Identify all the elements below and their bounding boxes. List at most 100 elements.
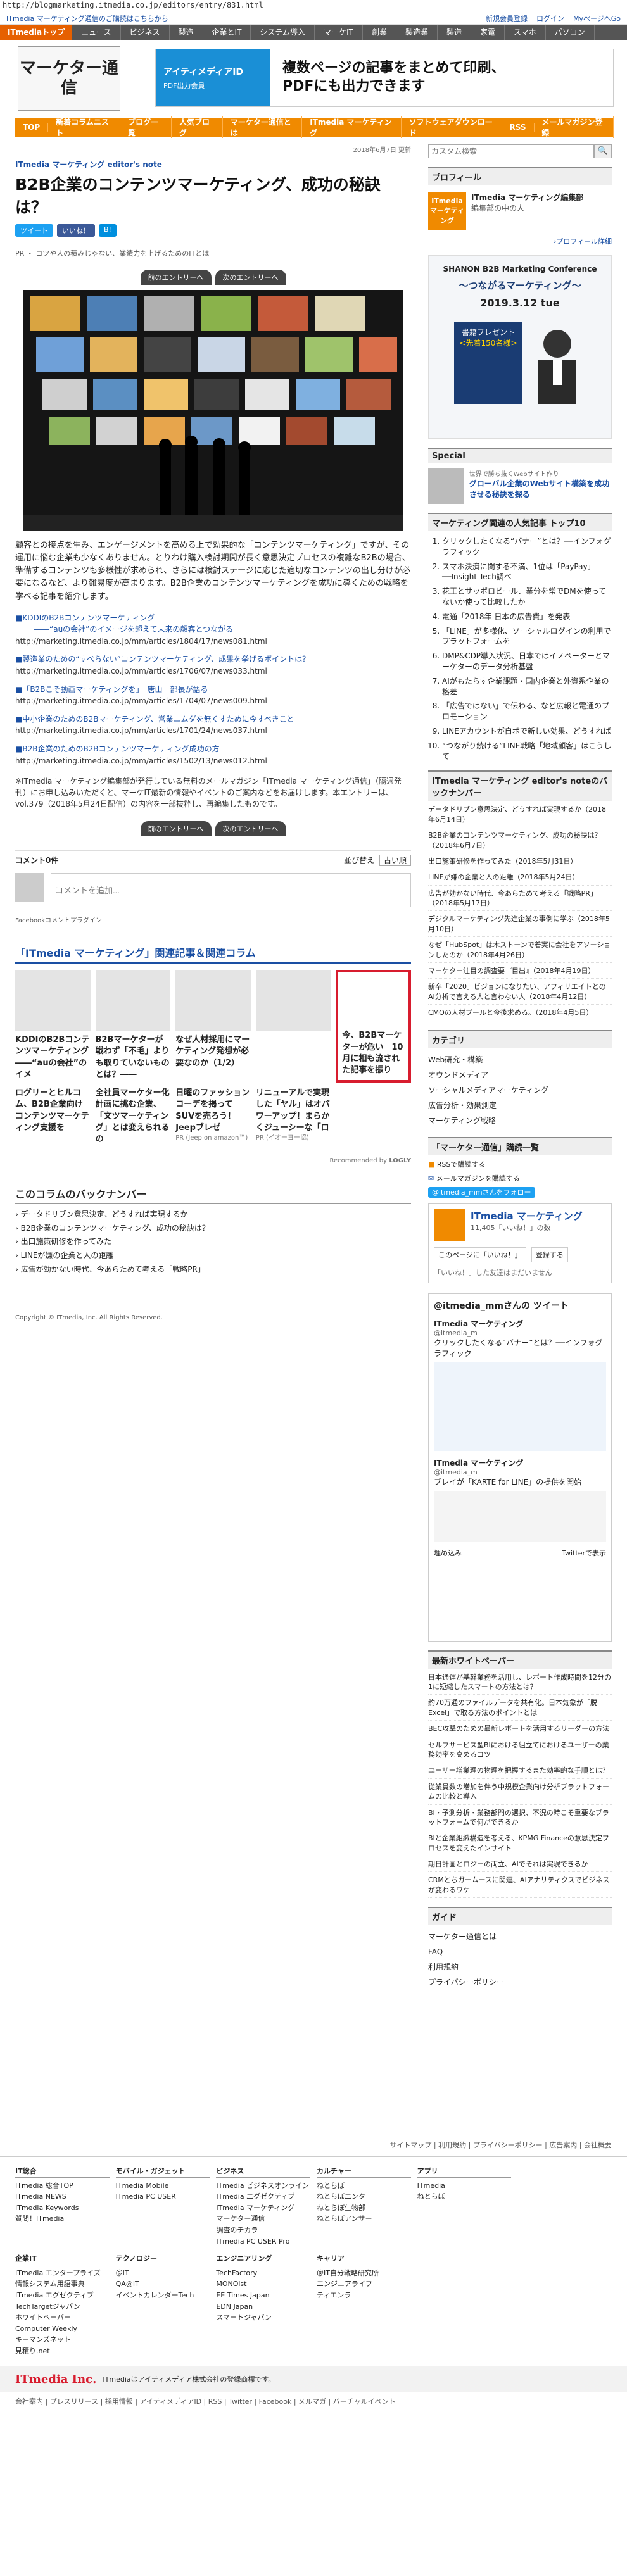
next-entry-button[interactable]: 次のエントリーへ [215,270,286,285]
ranking-item[interactable]: “つながり続ける”LINE戦略「地域顧客」はこうして [442,741,612,762]
related-item[interactable]: ログリーとヒルコム、B2B企業向けコンテンツマーケティング支援を [15,1088,91,1157]
mypage-link[interactable]: MyページへGo [573,13,621,23]
reference-url[interactable]: http://marketing.itmedia.co.jp/mm/articl… [15,636,411,648]
netnav-item[interactable]: マーケIT [315,25,363,40]
reference-url[interactable]: http://marketing.itmedia.co.jp/mm/articl… [15,755,411,767]
guide-item[interactable]: マーケター通信とは [428,1929,612,1944]
reference-title[interactable]: ■中小企業のためのB2Bマーケティング、営業ニムダを無くすために今すべきこと [15,713,411,726]
sitenav-item[interactable]: TOP [15,123,49,132]
guide-item[interactable]: プライバシーポリシー [428,1975,612,1990]
whitepaper-item[interactable]: 日本通運が基幹業務を活用し、レポート作成時間を12分の1に短縮したスマートの方法… [428,1673,612,1695]
search-icon[interactable]: 🔍 [594,144,612,158]
facebook-register-button[interactable]: 登録する [531,1247,568,1262]
whitepaper-item[interactable]: 従業員数の増加を伴う中規模企業向け分析プラットフォームの比較と導入 [428,1782,612,1805]
category-item[interactable]: オウンドメディア [428,1067,612,1083]
netnav-item[interactable]: 製造 [170,25,203,40]
footer-link[interactable]: ＠IT自分戦略研究所 [317,2268,411,2279]
footer-link[interactable]: ホワイトペーパー [15,2312,110,2323]
netnav-item[interactable]: スマホ [505,25,546,40]
prev-entry-button[interactable]: 前のエントリーへ [140,270,212,285]
sitenav-item[interactable]: マーケター通信とは [223,116,303,138]
ranking-item[interactable]: 電通「2018年 日本の広告費」を発表 [442,612,612,622]
footer-link[interactable]: ITmedia Keywords [15,2202,110,2214]
footer-link[interactable]: ねとらぼ [317,2180,411,2192]
comment-input[interactable] [51,873,411,908]
netnav-item[interactable]: 企業とIT [203,25,251,40]
related-item[interactable] [255,970,331,1078]
footer-link[interactable]: 調査のチカラ [216,2225,310,2236]
netnav-item[interactable]: 家電 [471,25,505,40]
reference-url[interactable]: http://marketing.itmedia.co.jp/mm/articl… [15,725,411,737]
whitepaper-item[interactable]: BI・予測分析・業務部門の選択、不況の時こそ重要なプラットフォームで何ができるか [428,1808,612,1831]
mail-link[interactable]: ✉ メールマガジンを購読する [428,1173,612,1183]
ranking-item[interactable]: 花王とサッポロビール、業分を常でDMを使ってないか使って比較したか [442,586,612,608]
next-entry-button[interactable]: 次のエントリーへ [215,821,286,837]
footer-link[interactable]: TechTargetジャパン [15,2301,110,2313]
footer-link[interactable]: ITmedia PC USER [116,2191,210,2202]
footer-link[interactable]: エンジニアライフ [317,2278,411,2290]
sitenav-item[interactable]: ITmedia マーケティング [302,116,402,138]
ranking-item[interactable]: クリックしたくなる“バナー”とは？──インフォグラフィック [442,536,612,558]
reference-subtitle[interactable]: ――“auの会社”のイメージを超えて未来の顧客とつながる [15,624,411,636]
reference-url[interactable]: http://marketing.itmedia.co.jp/mm/articl… [15,665,411,677]
footer-link[interactable]: TechFactory [216,2268,310,2279]
footer-link[interactable]: QA@IT [116,2278,210,2290]
ranking-item[interactable]: AIがもたらす企業課題・国内企業と外資系企業の格差 [442,676,612,698]
netnav-item[interactable]: 製造 [438,25,471,40]
netnav-item[interactable]: 製造業 [396,25,438,40]
recommended-by[interactable]: Recommended by LOGLY [15,1157,411,1164]
twitter-follow-button[interactable]: @itmedia_mmさんをフォロー [428,1186,612,1198]
netnav-item[interactable]: パソコン [546,25,595,40]
related-item[interactable]: リニューアルで実現した「ヤル」はオバワーアップ！まらかくジューシーな「ロ PR … [256,1088,331,1157]
footer-link[interactable]: MONOist [216,2278,310,2290]
tweet[interactable]: ITmedia マーケティング @itmedia_m クリックしたくなる“バナー… [434,1318,606,1451]
note-backnumber-item[interactable]: CMOの人材プールと今後求める。（2018年4月5日） [428,1008,612,1021]
footer-link[interactable]: ねとらぼアンサー [317,2213,411,2225]
sitenav-item[interactable]: ブログ一覧 [120,116,172,138]
footer-link[interactable]: ティエンラ [317,2290,411,2301]
facebook-plugin-label[interactable]: Facebookコメントプラグイン [15,915,411,924]
footer-link[interactable]: ITmedia Mobile [116,2180,210,2192]
footer-link[interactable]: ねとらぼエンタ [317,2191,411,2202]
prev-entry-button[interactable]: 前のエントリーへ [140,821,212,837]
related-item[interactable]: 日曜のファッションコーデを掲ってSUVを売ろう！Jeepブレゼ PR (Jeep… [175,1088,251,1157]
netnav-item[interactable]: ビジネス [121,25,170,40]
note-backnumber-item[interactable]: 出口施策研修を作ってみた（2018年5月31日） [428,857,612,870]
announce-link[interactable]: ITmedia マーケティング通信のご購読はこちらから [6,13,168,23]
profile-name[interactable]: ITmedia マーケティング編集部 [471,192,583,203]
reference-title[interactable]: ■KDDIのB2Bコンテンツマーケティング [15,612,411,624]
conference-banner[interactable]: SHANON B2B Marketing Conference ～つながるマーケ… [428,255,612,439]
note-backnumber-item[interactable]: 新卒「2020」ビジョンになりたい、アフィリエイトとのAI分析で言える人と言わな… [428,982,612,1005]
reference-url[interactable]: http://marketing.itmedia.co.jp/mm/articl… [15,695,411,707]
login-link[interactable]: ログイン [536,13,564,23]
sitenav-item[interactable]: RSS [502,123,535,132]
footer-link[interactable]: ねとらぼ生物部 [317,2202,411,2214]
note-backnumber-item[interactable]: LINEが嫌の企業と人の距離（2018年5月24日） [428,872,612,886]
whitepaper-item[interactable]: ユーザー増業理の物理を把握するまた効率的な手順とは？ [428,1766,612,1779]
footer-link[interactable]: ITmedia エグゼクティブ [216,2191,310,2202]
footer-link[interactable]: キーマンズネット [15,2334,110,2346]
netnav-item[interactable]: ニュース [72,25,121,40]
special-item[interactable]: 世界で勝ち抜くWebサイト作り グローバル企業のWebサイト構築を成功させる秘訣… [428,468,612,504]
netnav-item[interactable]: 創業 [363,25,396,40]
note-backnumber-item[interactable]: なぜ「HubSpot」は木ストーンで着実に会社をアソーションしたのか（2018年… [428,940,612,964]
related-item[interactable]: KDDIのB2Bコンテンツマーケティング――“auの会社”のイメ [15,970,91,1079]
register-link[interactable]: 新規会員登録 [486,13,528,23]
category-item[interactable]: マーケティング戦略 [428,1113,612,1128]
footer-link[interactable]: ITmedia マーケティング [216,2202,310,2214]
footer-link[interactable]: マーケター通信 [216,2213,310,2225]
category-item[interactable]: Web研究・構築 [428,1052,612,1067]
ranking-item[interactable]: DMP&CDP導入状況、日本ではイノベーターとマーケターのデータ分析基盤 [442,651,612,672]
footer-link[interactable]: ITmedia ビジネスオンライン [216,2180,310,2192]
note-backnumber-item[interactable]: B2B企業のコンテンツマーケティング、成功の秘訣は？（2018年6月7日） [428,831,612,853]
footer-link[interactable]: イベントカレンダーTech [116,2290,210,2301]
profile-detail-link[interactable]: ›プロフィール詳細 [428,236,612,246]
rss-link[interactable]: ■ RSSで購読する [428,1159,612,1169]
guide-item[interactable]: 利用規約 [428,1959,612,1975]
whitepaper-item[interactable]: CRMとちガームースに関連、AIアナリティクスでビジネスが変わるワケ [428,1875,612,1899]
header-ad[interactable]: アイティメディアID PDF出力会員 複数ページの記事をまとめて印刷、 PDFに… [155,49,614,107]
backnumber-item[interactable]: › B2B企業のコンテンツマーケティング、成功の秘訣は？ [15,1222,411,1236]
related-item-highlight[interactable]: 今、B2Bマーケターが危い 10月に相も流された記事を振り [336,970,411,1083]
sort-select[interactable]: 古い順 [379,855,411,867]
note-backnumber-item[interactable]: データドリブン意思決定、どうすれば実現するか（2018年6月14日） [428,805,612,828]
